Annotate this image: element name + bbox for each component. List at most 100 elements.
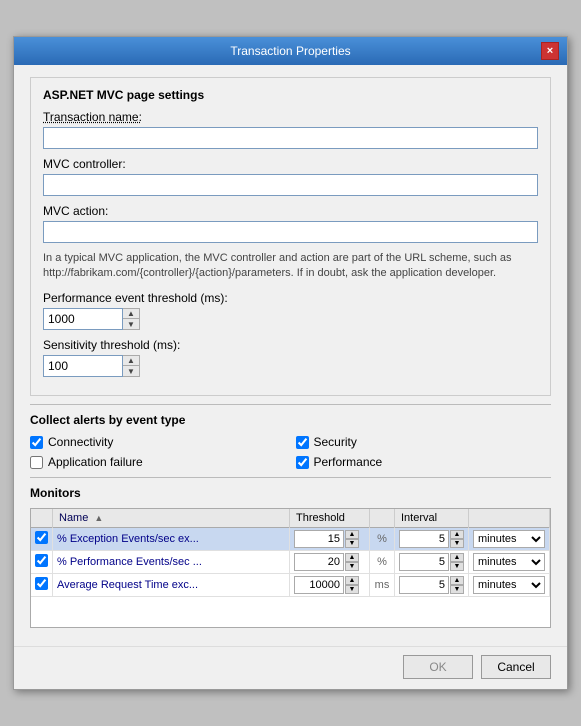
row1-threshold-up[interactable]: ▲ [345,530,359,539]
col-name[interactable]: Name ▲ [53,509,290,528]
row3-interval-input[interactable] [399,576,449,594]
performance-row: Performance [296,455,552,469]
row1-interval-down[interactable]: ▼ [450,539,464,548]
section-divider-2 [30,477,551,478]
perf-threshold-up[interactable]: ▲ [123,309,139,319]
row3-interval-select[interactable]: minutes hours days [473,576,545,594]
row2-unit: % [370,551,395,574]
transaction-name-input[interactable] [43,127,538,149]
dialog-content: ASP.NET MVC page settings Transaction na… [14,65,567,647]
row3-interval-unit-cell: minutes hours days [469,574,550,597]
row1-threshold-input[interactable] [294,530,344,548]
alerts-section: Collect alerts by event type Connectivit… [30,413,551,469]
row2-interval-spinner: ▲ ▼ [450,553,464,571]
section-divider-1 [30,404,551,405]
perf-threshold-input[interactable] [43,308,123,330]
row3-checkbox[interactable] [35,577,48,590]
row2-name: % Performance Events/sec ... [53,551,290,574]
row3-name: Average Request Time exc... [53,574,290,597]
row1-interval-up[interactable]: ▲ [450,530,464,539]
footer-buttons: OK Cancel [14,646,567,689]
row3-threshold-spinner: ▲ ▼ [345,576,359,594]
col-interval: Interval [395,509,469,528]
connectivity-label: Connectivity [48,435,113,449]
sensitivity-threshold-label: Sensitivity threshold (ms): [43,338,538,352]
monitors-table-container: Name ▲ Threshold Interval [30,508,551,628]
row1-checkbox[interactable] [35,531,48,544]
row3-checkbox-cell [31,574,53,597]
mvc-hint-text: In a typical MVC application, the MVC co… [43,251,538,282]
col-threshold: Threshold [290,509,370,528]
dialog-title: Transaction Properties [40,44,541,58]
row1-checkbox-cell [31,528,53,551]
close-button[interactable]: × [541,42,559,60]
row3-unit: ms [370,574,395,597]
cancel-button[interactable]: Cancel [481,655,551,679]
transaction-name-label: Transaction name: [43,110,538,124]
col-interval-unit-header [469,509,550,528]
row1-unit: % [370,528,395,551]
monitors-section-header: Monitors [30,486,551,500]
row1-name: % Exception Events/sec ex... [53,528,290,551]
perf-threshold-group: Performance event threshold (ms): ▲ ▼ [43,291,538,330]
table-row[interactable]: Average Request Time exc... ▲ ▼ [31,574,550,597]
row3-threshold-input[interactable] [294,576,344,594]
row2-threshold-down[interactable]: ▼ [345,562,359,571]
perf-threshold-spinner: ▲ ▼ [123,308,140,330]
mvc-controller-input[interactable] [43,174,538,196]
table-row[interactable]: % Performance Events/sec ... ▲ ▼ [31,551,550,574]
row2-threshold-up[interactable]: ▲ [345,553,359,562]
row3-threshold-cell: ▲ ▼ [290,574,370,597]
ok-button[interactable]: OK [403,655,473,679]
sensitivity-threshold-spinner: ▲ ▼ [123,355,140,377]
connectivity-checkbox[interactable] [30,436,43,449]
table-row[interactable]: % Exception Events/sec ex... ▲ ▼ [31,528,550,551]
mvc-action-label: MVC action: [43,204,538,218]
app-failure-checkbox[interactable] [30,456,43,469]
aspnet-section: ASP.NET MVC page settings Transaction na… [30,77,551,397]
row3-threshold-down[interactable]: ▼ [345,585,359,594]
performance-label: Performance [314,455,383,469]
performance-checkbox[interactable] [296,456,309,469]
row3-interval-up[interactable]: ▲ [450,576,464,585]
row2-checkbox-cell [31,551,53,574]
row3-interval-spinner: ▲ ▼ [450,576,464,594]
row1-threshold-spinner: ▲ ▼ [345,530,359,548]
alerts-section-header: Collect alerts by event type [30,413,551,427]
sensitivity-threshold-up[interactable]: ▲ [123,356,139,366]
row2-interval-unit-cell: minutes hours days [469,551,550,574]
row2-threshold-spinner: ▲ ▼ [345,553,359,571]
row2-interval-input[interactable] [399,553,449,571]
security-row: Security [296,435,552,449]
row2-threshold-cell: ▲ ▼ [290,551,370,574]
sensitivity-threshold-down[interactable]: ▼ [123,366,139,376]
sensitivity-threshold-group: Sensitivity threshold (ms): ▲ ▼ [43,338,538,377]
row1-threshold-cell: ▲ ▼ [290,528,370,551]
row3-interval-down[interactable]: ▼ [450,585,464,594]
row2-threshold-input[interactable] [294,553,344,571]
transaction-properties-dialog: Transaction Properties × ASP.NET MVC pag… [13,36,568,691]
row2-interval-select[interactable]: minutes hours days [473,553,545,571]
row1-interval-input[interactable] [399,530,449,548]
row2-interval-down[interactable]: ▼ [450,562,464,571]
app-failure-label: Application failure [48,455,143,469]
row2-interval-up[interactable]: ▲ [450,553,464,562]
perf-threshold-down[interactable]: ▼ [123,319,139,329]
perf-threshold-label: Performance event threshold (ms): [43,291,538,305]
mvc-action-input[interactable] [43,221,538,243]
col-interval-label: Interval [401,512,437,524]
security-checkbox[interactable] [296,436,309,449]
security-label: Security [314,435,357,449]
aspnet-section-header: ASP.NET MVC page settings [43,88,538,102]
row1-interval-cell: ▲ ▼ [395,528,469,551]
row1-interval-select[interactable]: minutes hours days [473,530,545,548]
monitors-section: Monitors Name ▲ Threshold [30,486,551,628]
row3-threshold-up[interactable]: ▲ [345,576,359,585]
row2-checkbox[interactable] [35,554,48,567]
row1-threshold-down[interactable]: ▼ [345,539,359,548]
col-threshold-label: Threshold [296,512,345,524]
row3-interval-cell: ▲ ▼ [395,574,469,597]
sensitivity-threshold-input[interactable] [43,355,123,377]
col-name-label: Name [59,512,88,524]
table-header-row: Name ▲ Threshold Interval [31,509,550,528]
